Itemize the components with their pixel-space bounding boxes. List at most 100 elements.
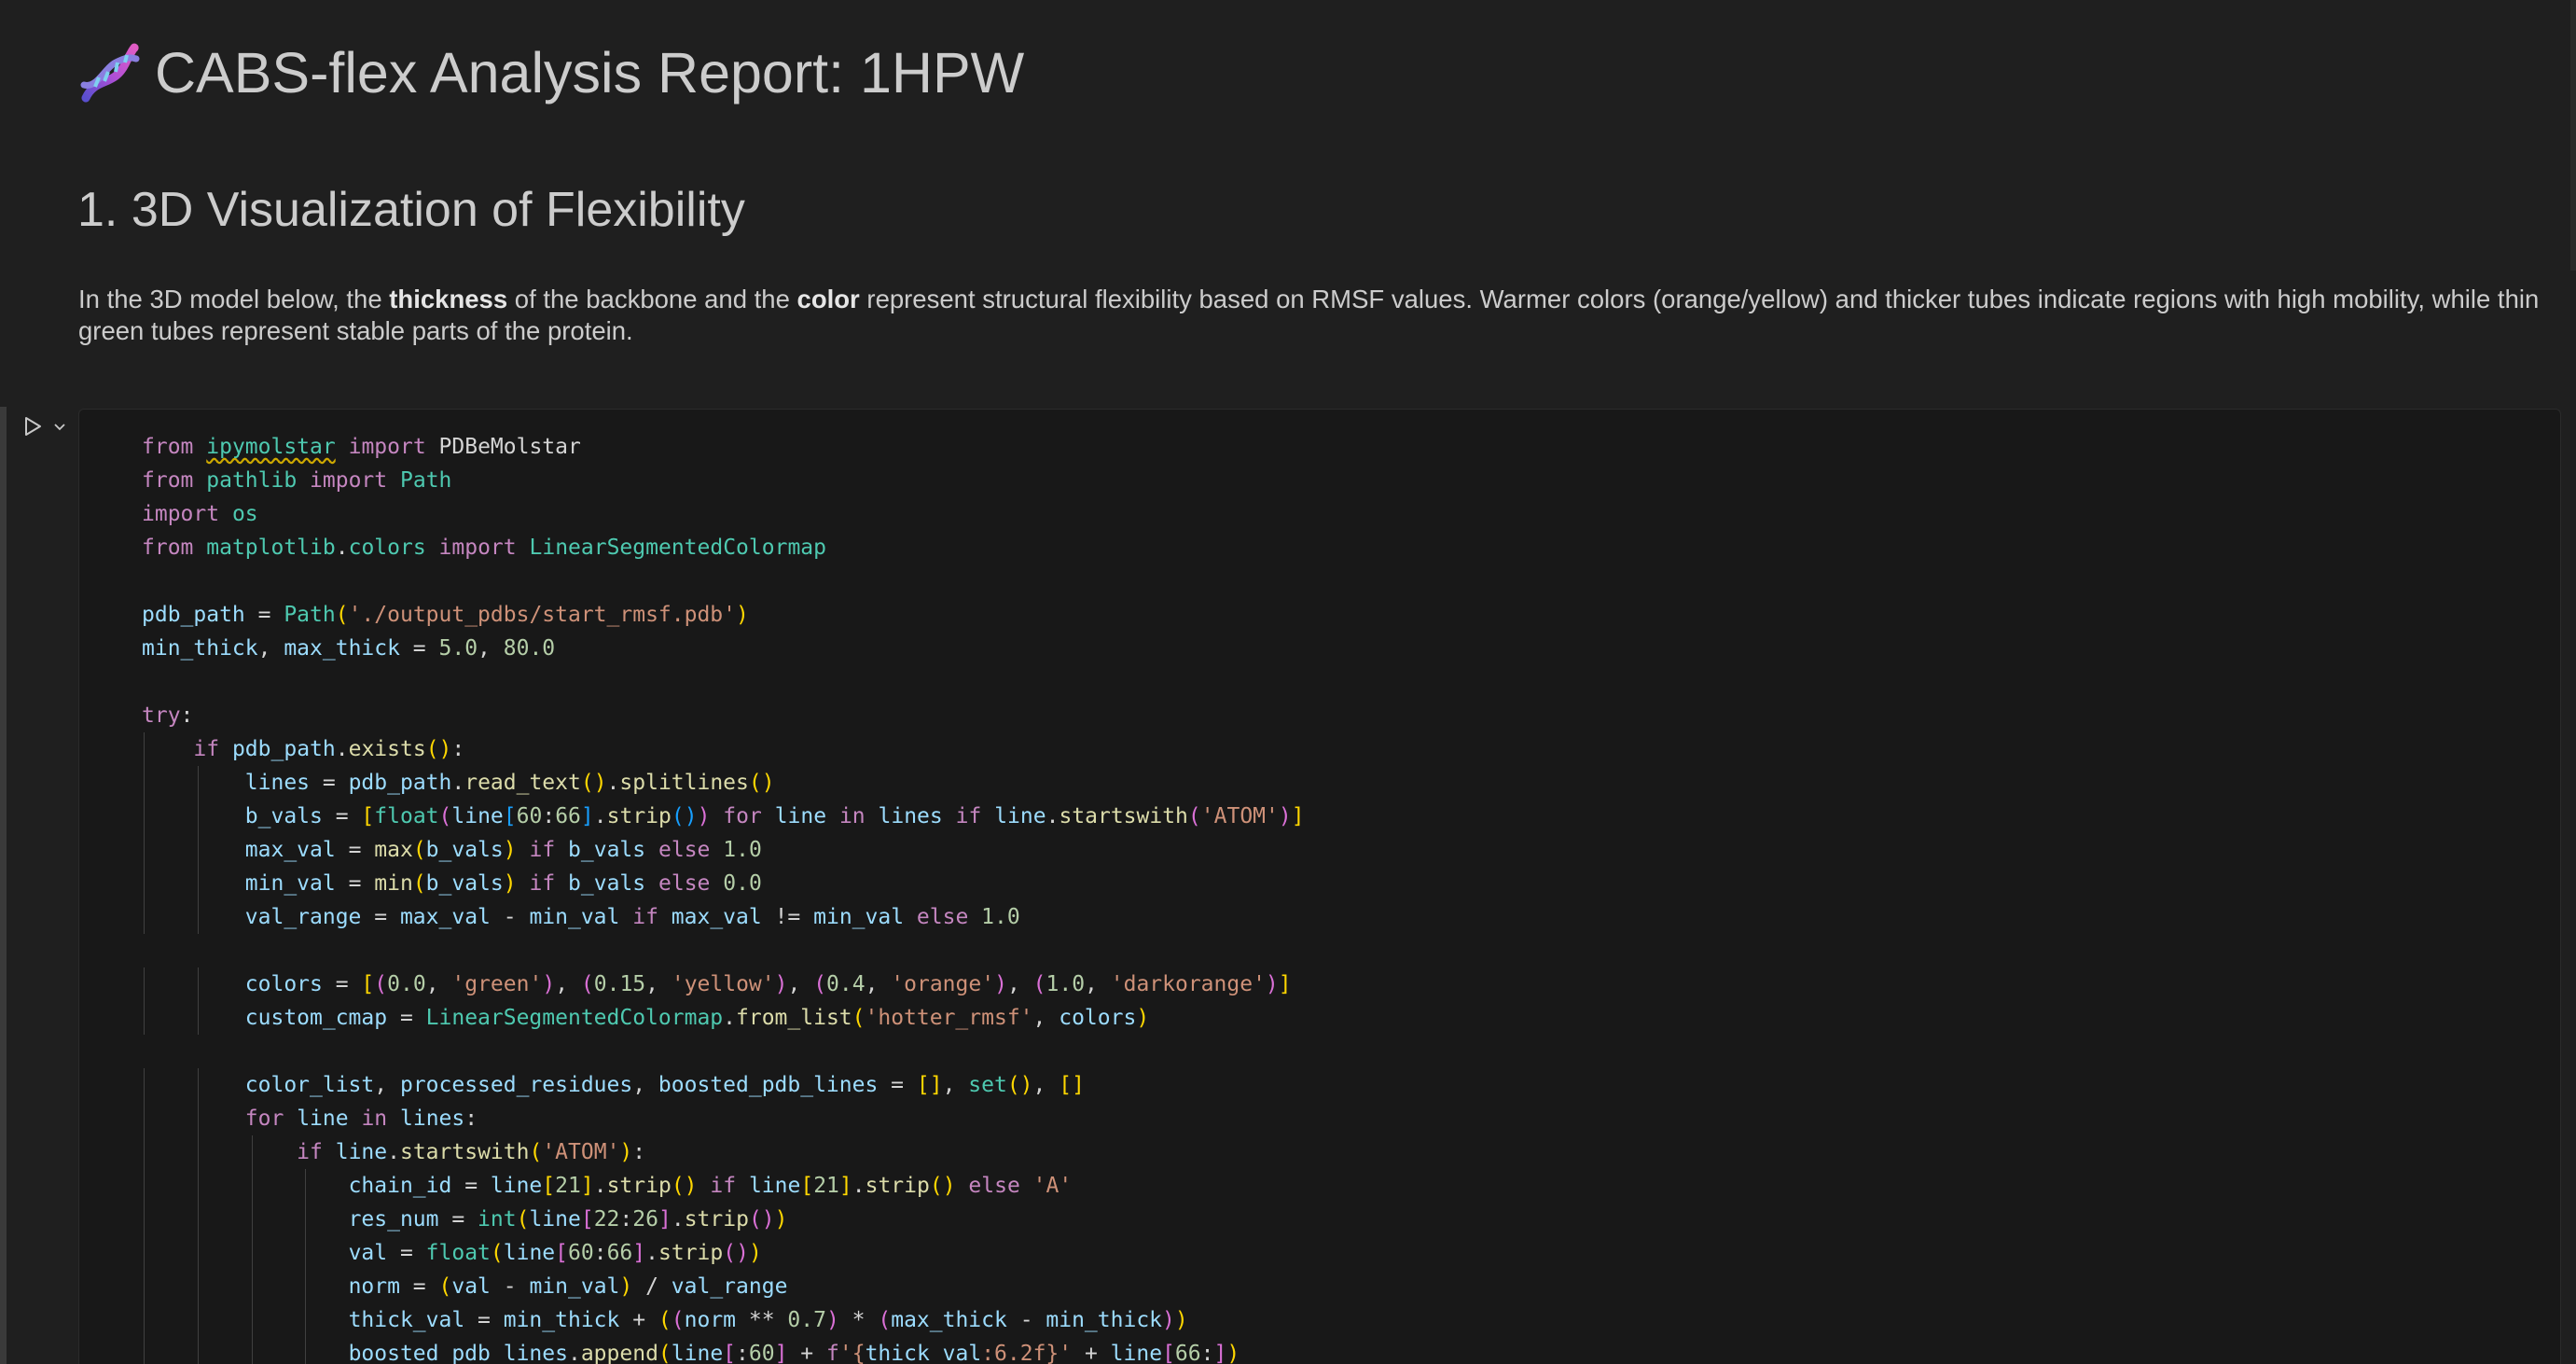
code-token: max — [374, 838, 413, 862]
code-token: max_thick — [284, 636, 400, 661]
code-token: ) — [1136, 1006, 1150, 1030]
code-token: ( — [438, 804, 452, 828]
code-token: = — [451, 1174, 491, 1198]
code-token: b_vals — [568, 871, 646, 896]
code-token: () — [425, 737, 452, 761]
indent-guide — [144, 800, 145, 833]
indent-guide — [197, 833, 199, 867]
code-token: ( — [412, 838, 426, 862]
indent-guide — [197, 1236, 199, 1270]
code-token: ] — [1278, 972, 1292, 996]
chevron-down-icon[interactable] — [52, 419, 67, 434]
code-line: norm = (val - min_val) / val_range — [142, 1270, 1305, 1303]
code-line: res_num = int(line[22:26].strip()) — [142, 1203, 1305, 1236]
code-editor[interactable]: from ipymolstar import PDBeMolstar from p… — [142, 430, 1305, 1364]
indent-guide — [197, 1169, 199, 1203]
code-token: strip — [658, 1241, 724, 1265]
code-token: max_val — [671, 905, 762, 929]
code-token: ) — [503, 838, 517, 862]
code-token: min_val — [529, 1274, 620, 1299]
code-line: colors = [(0.0, 'green'), (0.15, 'yellow… — [142, 967, 1305, 1001]
code-token: ) — [697, 804, 711, 828]
code-token: : — [593, 1241, 607, 1265]
code-token: , — [632, 1073, 658, 1097]
code-line: custom_cmap = LinearSegmentedColormap.fr… — [142, 1001, 1305, 1035]
code-token: , — [1006, 972, 1033, 996]
code-token: 'A' — [1032, 1174, 1073, 1198]
code-token: : — [619, 1207, 633, 1232]
code-token: ) — [774, 1207, 788, 1232]
code-token: : — [542, 804, 556, 828]
code-token: = — [464, 1308, 504, 1332]
code-token: / — [632, 1274, 672, 1299]
code-token: import — [348, 435, 426, 459]
code-line: chain_id = line[21].strip() if line[21].… — [142, 1169, 1305, 1203]
code-token: ( — [412, 871, 426, 896]
code-token: min_val — [244, 871, 336, 896]
code-token: 26 — [632, 1207, 658, 1232]
code-token: ] — [774, 1342, 788, 1364]
code-token: = — [310, 771, 349, 795]
code-token: line — [994, 804, 1046, 828]
code-token: for — [244, 1107, 284, 1131]
indent-guide — [197, 867, 199, 900]
code-token: append — [580, 1342, 658, 1364]
code-line: for line in lines: — [142, 1102, 1305, 1135]
code-token: : — [1200, 1342, 1214, 1364]
code-token: = — [335, 838, 375, 862]
code-token: os — [231, 502, 258, 526]
code-token: . — [723, 1006, 737, 1030]
indent-guide — [144, 1337, 145, 1364]
code-token: ) — [542, 972, 556, 996]
code-token: ] — [1213, 1342, 1227, 1364]
code-token: else — [658, 838, 711, 862]
code-token: chain_id — [348, 1174, 452, 1198]
indent-guide — [144, 766, 145, 800]
code-token: ) — [736, 603, 749, 627]
code-token: . — [606, 771, 620, 795]
code-token: :6.2f}' — [981, 1342, 1073, 1364]
code-token: , — [257, 636, 284, 661]
code-token: '{ — [838, 1342, 866, 1364]
code-token: () — [929, 1174, 956, 1198]
code-token: 'orange' — [891, 972, 995, 996]
code-token: pdb_path — [231, 737, 336, 761]
code-token: strip — [684, 1207, 749, 1232]
code-token: . — [335, 737, 349, 761]
code-token: max_val — [399, 905, 491, 929]
page-title: CABS-flex Analysis Report: 1HPW — [76, 35, 1024, 110]
code-token: norm — [348, 1274, 400, 1299]
indent-guide — [144, 1135, 145, 1169]
code-token: . — [593, 804, 607, 828]
indent-guide — [251, 1135, 253, 1169]
code-token: ( — [529, 1140, 543, 1164]
code-token: () — [723, 1241, 749, 1265]
code-token: strip — [865, 1174, 930, 1198]
code-token: else — [658, 871, 711, 896]
code-token: , — [1032, 1006, 1059, 1030]
code-token: . — [451, 771, 465, 795]
editor-scrollbar[interactable] — [2570, 0, 2576, 271]
code-token: pdb_path — [348, 771, 452, 795]
code-token: : — [451, 737, 465, 761]
code-token: . — [671, 1207, 685, 1232]
code-token: 66 — [606, 1241, 633, 1265]
indent-guide — [251, 1270, 253, 1303]
cell-focus-gutter — [0, 407, 7, 1364]
code-token: 21 — [813, 1174, 839, 1198]
run-cell-icon[interactable] — [21, 414, 45, 438]
code-token: ) — [1226, 1342, 1240, 1364]
code-token: Path — [284, 603, 336, 627]
code-token: ( — [658, 1342, 672, 1364]
